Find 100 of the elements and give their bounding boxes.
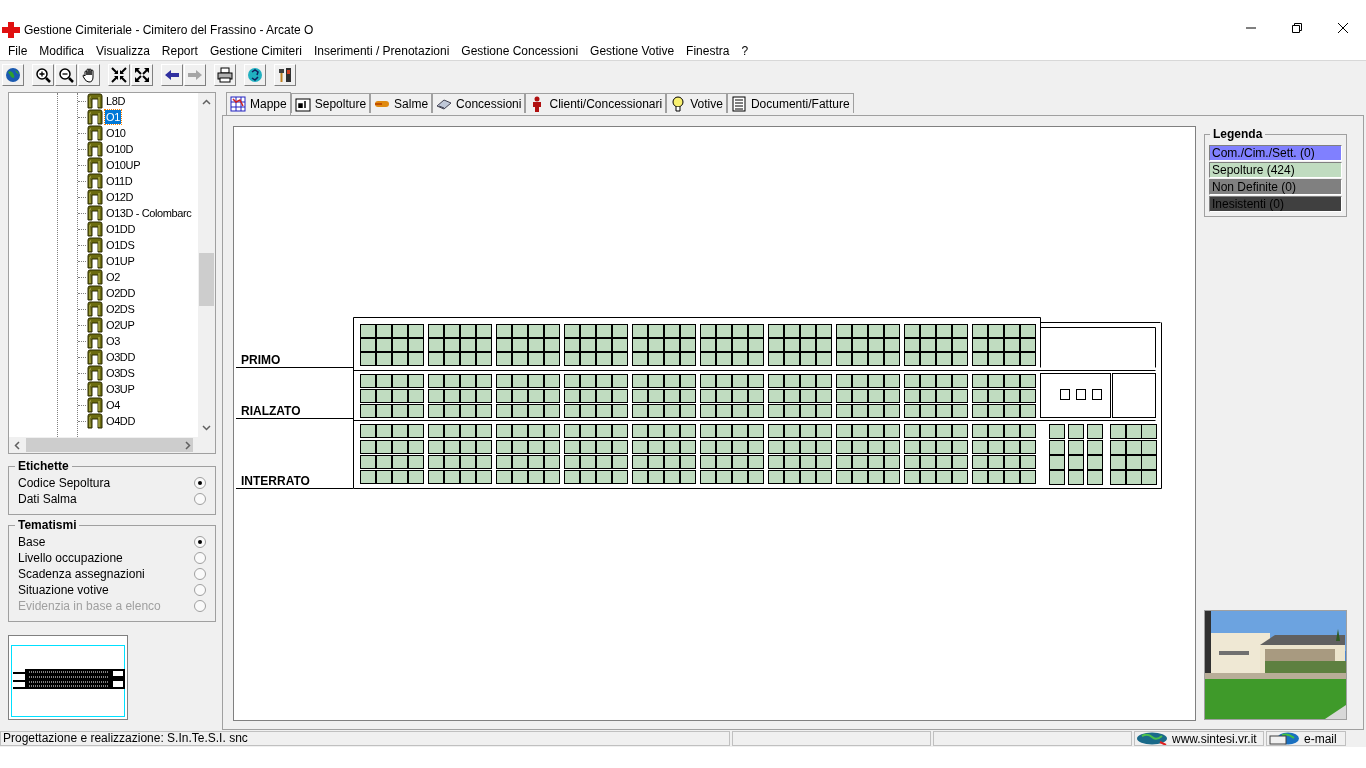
radio-button[interactable] (194, 536, 206, 548)
tree-item[interactable]: O3DS (105, 366, 136, 380)
tree-item[interactable]: O2 (105, 270, 121, 284)
menu-item[interactable]: Inserimenti / Prenotazioni (307, 42, 456, 60)
tab[interactable]: Concessioni (432, 93, 526, 113)
radio-label: Situazione votive (18, 582, 109, 599)
zoom-in-button[interactable] (32, 63, 54, 86)
tree-item[interactable]: O3DD (105, 350, 136, 364)
arch-icon (87, 317, 103, 333)
tree-item[interactable]: O2DS (105, 302, 136, 316)
arch-icon (87, 301, 103, 317)
menu-item[interactable]: File (2, 42, 34, 60)
arch-icon (87, 237, 103, 253)
tree-item[interactable]: L8D (105, 94, 126, 108)
minimap-drawing[interactable] (8, 635, 128, 720)
menu-item[interactable]: Modifica (33, 42, 91, 60)
burial-niches-drawing[interactable] (360, 424, 1157, 485)
tree-item[interactable]: O2DD (105, 286, 136, 300)
tree-item[interactable]: O1UP (105, 254, 136, 268)
radio-label: Scadenza assegnazioni (18, 566, 145, 583)
radio-button[interactable] (194, 477, 206, 489)
back-arrow-button[interactable] (161, 63, 183, 86)
tree-item[interactable]: O3UP (105, 382, 136, 396)
tree-item[interactable]: O10 (105, 126, 127, 140)
burial-niches-drawing[interactable] (360, 317, 1161, 368)
radio-button[interactable] (194, 584, 206, 596)
globe-button[interactable] (2, 63, 24, 86)
zoom-out-button[interactable] (55, 63, 77, 86)
globe-icon (1136, 732, 1168, 745)
menu-item[interactable]: Gestione Cimiteri (203, 42, 308, 60)
scroll-up-icon[interactable] (202, 99, 211, 105)
expand-arrows-button[interactable] (131, 63, 153, 86)
arch-icon (87, 141, 103, 157)
radio-label: Codice Sepoltura (18, 475, 111, 492)
tree-item[interactable]: O11D (105, 174, 134, 188)
arch-icon (87, 413, 103, 429)
tab[interactable]: Sepolture (290, 93, 371, 113)
tree-item[interactable]: O4DD (105, 414, 136, 428)
tools-icon (277, 66, 293, 83)
tree-item[interactable]: O1DD (105, 222, 136, 236)
scroll-down-icon[interactable] (202, 425, 211, 431)
radio-button[interactable] (194, 493, 206, 505)
arch-icon (87, 285, 103, 301)
collapse-arrows-button[interactable] (108, 63, 130, 86)
burial-niches-drawing[interactable] (360, 373, 1156, 418)
tree-item[interactable]: O1 (105, 110, 121, 124)
legend-item: Non Definite (0) (1209, 179, 1342, 195)
arch-icon (87, 173, 103, 189)
arch-icon (87, 189, 103, 205)
menu-item[interactable]: Visualizza (90, 42, 156, 60)
arch-icon (87, 349, 103, 365)
zoom-in-icon (35, 66, 51, 83)
menu-item[interactable]: ? (735, 42, 755, 60)
tree-item[interactable]: O4 (105, 398, 121, 412)
arch-icon (87, 221, 103, 237)
menu-item[interactable]: Report (155, 42, 204, 60)
tab[interactable]: Salme (370, 93, 433, 113)
hand-button[interactable] (78, 63, 100, 86)
menu-item[interactable]: Gestione Votive (584, 42, 681, 60)
arch-icon (87, 365, 103, 381)
map-grid-icon (230, 96, 246, 112)
legend-item: Sepolture (424) (1209, 162, 1342, 178)
tab[interactable]: Clienti/Concessionari (525, 93, 667, 113)
radio-label: Livello occupazione (18, 550, 123, 567)
radio-button[interactable] (194, 552, 206, 564)
group-title: Tematismi (15, 518, 80, 532)
arch-icon (87, 93, 103, 109)
status-text: Progettazione e realizzazione: S.In.Te.S.I. snc (0, 731, 730, 746)
tools-button[interactable] (274, 63, 296, 86)
tree-item[interactable]: O1DS (105, 238, 136, 252)
tree-item[interactable]: O10UP (105, 158, 142, 172)
menu-item[interactable]: Finestra (680, 42, 736, 60)
window-title: Gestione Cimiteriale - Cimitero del Frassino - Arcate O (24, 22, 314, 39)
tab[interactable]: Documenti/Fatture (726, 93, 854, 113)
printer-button[interactable] (214, 63, 236, 86)
capsule-icon (374, 99, 391, 108)
tree-item[interactable]: O3 (105, 334, 121, 348)
tab[interactable]: Votive (666, 93, 727, 113)
arch-icon (87, 381, 103, 397)
tree-item[interactable]: O12D (105, 190, 135, 204)
scrollbar-thumb[interactable] (199, 253, 214, 306)
arch-icon (87, 397, 103, 413)
printer-icon (217, 66, 233, 83)
radio-button[interactable] (194, 568, 206, 580)
arch-icon (87, 253, 103, 269)
legend-item: Com./Cim./Sett. (0) (1209, 145, 1342, 161)
scroll-right-icon[interactable] (185, 441, 191, 450)
tree-item[interactable]: O2UP (105, 318, 136, 332)
scroll-left-icon[interactable] (14, 441, 20, 450)
tree-item[interactable]: O13D - Colombarc (105, 206, 193, 220)
scrollbar-thumb[interactable] (26, 438, 193, 452)
menu-item[interactable]: Gestione Concessioni (455, 42, 585, 60)
expand-arrows-icon (134, 66, 150, 83)
arch-icon (87, 333, 103, 349)
close-icon (1338, 23, 1348, 33)
tree-item[interactable]: O10D (105, 142, 135, 156)
radio-label: Evidenzia in base a elenco (18, 598, 161, 615)
arch-icon (87, 269, 103, 285)
radio-label: Base (18, 534, 46, 551)
tab[interactable]: Mappe (226, 92, 291, 115)
